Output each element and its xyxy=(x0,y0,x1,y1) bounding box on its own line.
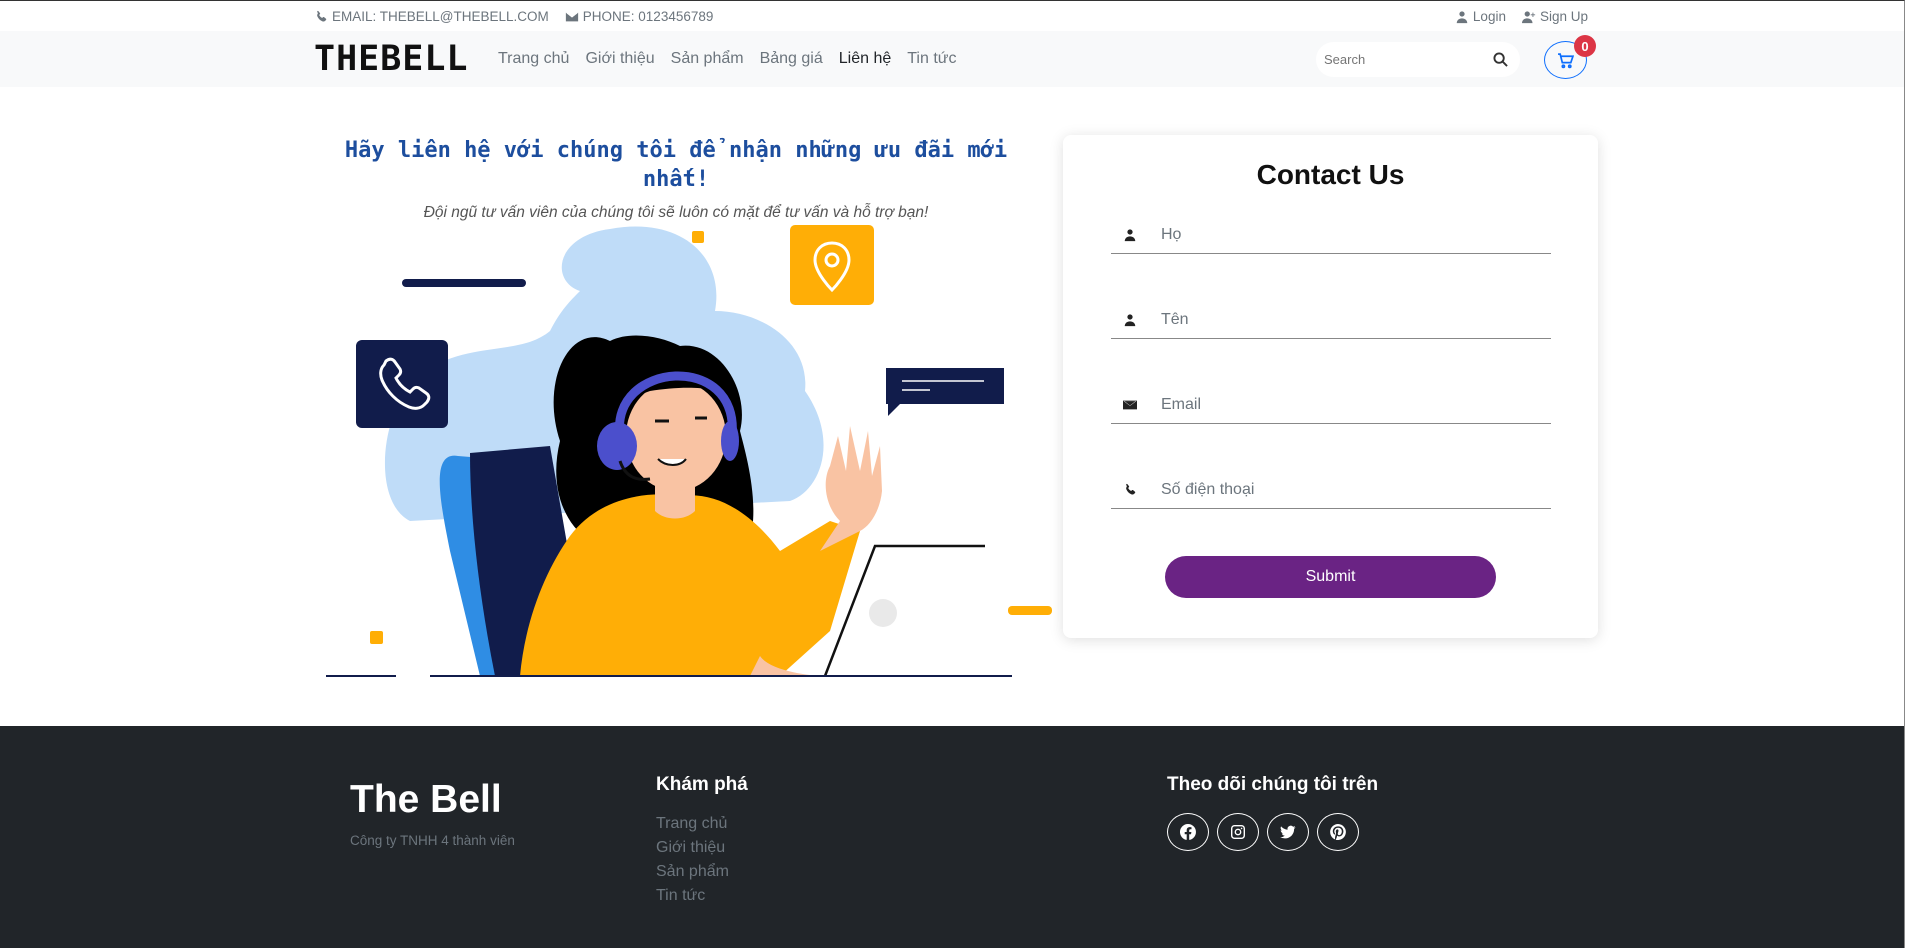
twitter-icon xyxy=(1280,825,1296,839)
phone-icon xyxy=(1126,483,1136,495)
top-contact-info: EMAIL: THEBELL@THEBELL.COM PHONE: 012345… xyxy=(314,9,713,24)
top-email-text: EMAIL: THEBELL@THEBELL.COM xyxy=(332,9,549,24)
phone-icon xyxy=(317,10,327,22)
nav-item-home[interactable]: Trang chủ xyxy=(498,50,569,68)
envelope-icon xyxy=(565,12,578,21)
login-link[interactable]: Login xyxy=(1455,9,1506,24)
facebook-button[interactable] xyxy=(1167,813,1209,851)
footer-follow-title: Theo dõi chúng tôi trên xyxy=(1167,774,1379,795)
footer-explore-links: Trang chủ Giới thiệu Sản phẩm Tin tức xyxy=(656,815,729,905)
footer-social-links xyxy=(1167,813,1359,851)
footer-explore-title: Khám phá xyxy=(656,774,748,795)
footer-tagline: Công ty TNHH 4 thành viên xyxy=(350,833,515,848)
facebook-icon xyxy=(1180,824,1196,840)
email-input[interactable] xyxy=(1149,395,1551,414)
user-icon xyxy=(1124,228,1136,241)
top-phone-text: PHONE: 0123456789 xyxy=(582,9,714,24)
top-auth-links: Login Sign Up xyxy=(1455,9,1588,24)
first-name-input[interactable] xyxy=(1149,310,1551,329)
search-box xyxy=(1316,42,1520,77)
nav-item-news[interactable]: Tin tức xyxy=(907,50,956,68)
footer-link-home[interactable]: Trang chủ xyxy=(656,815,729,833)
top-email: EMAIL: THEBELL@THEBELL.COM xyxy=(314,9,549,24)
user-icon xyxy=(1124,313,1136,326)
pinterest-icon xyxy=(1330,824,1346,840)
login-label: Login xyxy=(1472,9,1506,24)
signup-label: Sign Up xyxy=(1539,9,1588,24)
cart-icon xyxy=(1558,52,1574,68)
pinterest-button[interactable] xyxy=(1317,813,1359,851)
phone-field xyxy=(1111,471,1551,509)
nav-item-pricing[interactable]: Bảng giá xyxy=(760,50,823,68)
top-phone: PHONE: 0123456789 xyxy=(565,9,714,24)
submit-button[interactable]: Submit xyxy=(1165,556,1496,598)
main-nav: Trang chủ Giới thiệu Sản phẩm Bảng giá L… xyxy=(498,50,956,68)
cart-count-badge: 0 xyxy=(1574,35,1596,57)
user-icon xyxy=(1456,10,1468,23)
nav-item-products[interactable]: Sản phẩm xyxy=(671,50,744,68)
page: EMAIL: THEBELL@THEBELL.COM PHONE: 012345… xyxy=(0,0,1905,948)
site-logo[interactable]: THEBELL xyxy=(314,41,469,77)
signup-link[interactable]: Sign Up xyxy=(1521,9,1588,24)
top-contact-bar: EMAIL: THEBELL@THEBELL.COM PHONE: 012345… xyxy=(0,1,1904,31)
footer-link-products[interactable]: Sản phẩm xyxy=(656,863,729,881)
support-agent-illustration xyxy=(326,225,1052,677)
instagram-icon xyxy=(1231,825,1245,839)
nav-item-contact[interactable]: Liên hệ xyxy=(839,50,892,68)
user-plus-icon xyxy=(1521,10,1536,23)
footer: The Bell Công ty TNHH 4 thành viên Khám … xyxy=(0,726,1904,948)
email-field xyxy=(1111,386,1551,424)
navbar: THEBELL Trang chủ Giới thiệu Sản phẩm Bả… xyxy=(0,31,1904,87)
footer-link-news[interactable]: Tin tức xyxy=(656,887,729,905)
last-name-input[interactable] xyxy=(1149,225,1551,244)
search-icon[interactable] xyxy=(1493,52,1508,67)
footer-brand: The Bell xyxy=(350,778,502,821)
instagram-button[interactable] xyxy=(1217,813,1259,851)
phone-input[interactable] xyxy=(1149,480,1551,499)
contact-subline: Đội ngũ tư vấn viên của chúng tôi sẽ luô… xyxy=(423,204,929,221)
contact-headline: Hãy liên hệ với chúng tôi để nhận những … xyxy=(344,138,1008,192)
envelope-icon xyxy=(1123,400,1137,409)
search-input[interactable] xyxy=(1324,42,1494,77)
last-name-field xyxy=(1111,216,1551,254)
twitter-button[interactable] xyxy=(1267,813,1309,851)
first-name-field xyxy=(1111,301,1551,339)
nav-item-about[interactable]: Giới thiệu xyxy=(585,50,654,68)
contact-form-card: Contact Us Submit xyxy=(1063,135,1598,638)
contact-form-title: Contact Us xyxy=(1256,159,1405,190)
footer-link-about[interactable]: Giới thiệu xyxy=(656,839,729,857)
